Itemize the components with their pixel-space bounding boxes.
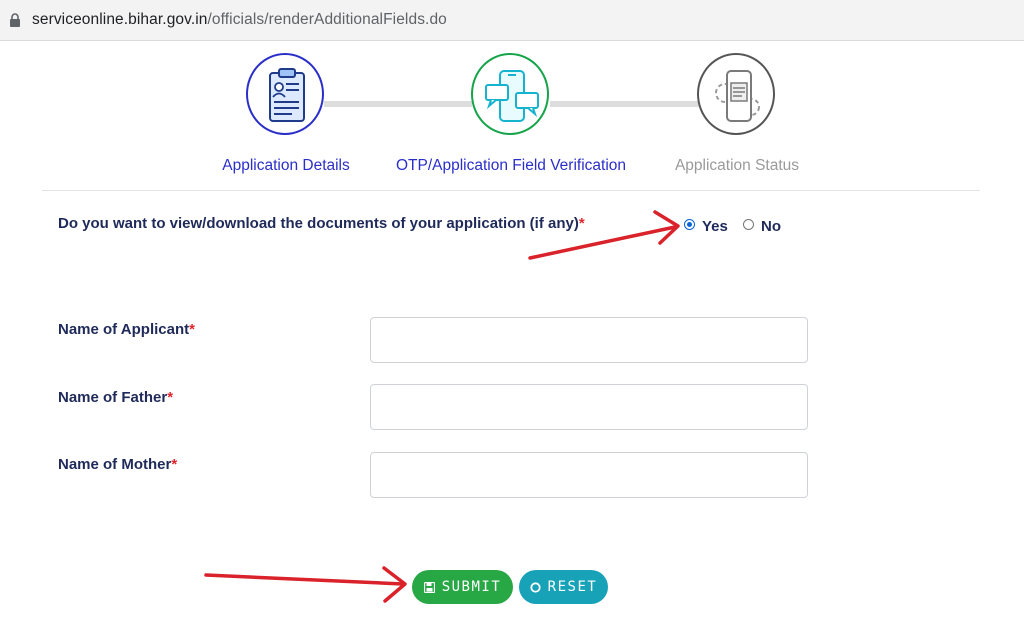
documents-radio-group: Yes No: [684, 216, 794, 238]
yes-radio[interactable]: [684, 219, 695, 230]
no-radio[interactable]: [743, 219, 754, 230]
arrow-to-submit-button: [204, 566, 407, 603]
step-application-details-circle: [246, 53, 324, 135]
url-host: serviceonline.bihar.gov.in: [32, 11, 208, 28]
url-text[interactable]: serviceonline.bihar.gov.in/officials/ren…: [32, 11, 447, 29]
phone-gear-icon: [715, 70, 760, 122]
father-name-input[interactable]: [370, 384, 808, 430]
required-mark: *: [167, 389, 174, 406]
mother-name-label: Name of Mother*: [58, 456, 177, 473]
lock-icon: [10, 13, 20, 27]
step-application-status-circle: [697, 53, 775, 135]
father-name-label-text: Name of Father: [58, 389, 168, 406]
required-mark: *: [578, 215, 585, 232]
phone-chat-icon: [485, 70, 539, 122]
url-path: /officials/renderAdditionalFields.do: [207, 11, 447, 28]
reset-button-label: RESET: [547, 579, 598, 595]
reset-button[interactable]: RESET: [519, 570, 608, 604]
documents-question: Do you want to view/download the documen…: [58, 215, 585, 232]
no-radio-label[interactable]: No: [761, 218, 781, 235]
submit-button[interactable]: SUBMIT: [412, 570, 513, 604]
floppy-disk-icon: [423, 581, 435, 593]
documents-question-text: Do you want to view/download the documen…: [58, 215, 579, 232]
required-mark: *: [189, 321, 195, 338]
section-divider: [42, 190, 980, 191]
required-mark: *: [171, 456, 178, 473]
applicant-name-label-text: Name of Applicant: [58, 321, 190, 338]
applicant-name-label: Name of Applicant*: [58, 321, 195, 338]
applicant-name-input[interactable]: [370, 317, 808, 363]
submit-button-label: SUBMIT: [441, 579, 502, 595]
step-connector-2: [550, 101, 700, 107]
mother-name-label-text: Name of Mother: [58, 456, 172, 473]
mother-name-input[interactable]: [370, 452, 808, 498]
refresh-circle-icon: [530, 581, 541, 593]
step-connector-1: [324, 101, 472, 107]
step-label-otp-verification: OTP/Application Field Verification: [395, 157, 627, 174]
address-bar[interactable]: serviceonline.bihar.gov.in/officials/ren…: [0, 0, 1024, 41]
father-name-label: Name of Father*: [58, 389, 173, 406]
clipboard-form-icon: [269, 68, 305, 122]
step-label-application-details: Application Details: [222, 157, 350, 174]
yes-radio-label[interactable]: Yes: [702, 218, 728, 235]
step-otp-verification-circle: [471, 53, 549, 135]
step-label-application-status: Application Status: [674, 157, 800, 174]
